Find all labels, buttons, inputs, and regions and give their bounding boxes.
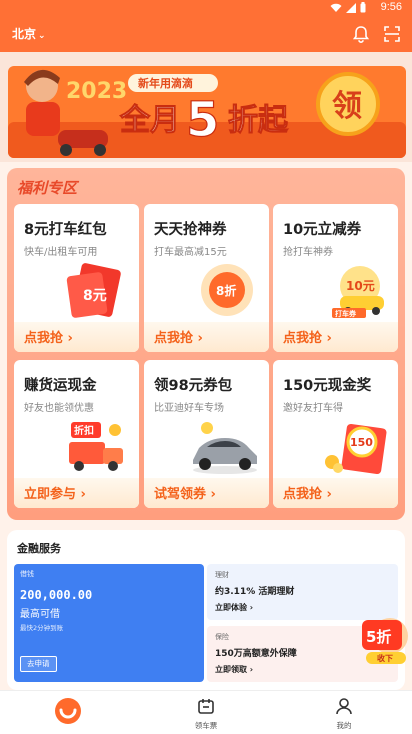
ticket-icon [198, 699, 214, 714]
insurance-tag: 保险 [215, 633, 229, 641]
car-coupon-icon: 10元 打车券 [332, 266, 384, 318]
svg-text:8折: 8折 [216, 283, 236, 298]
card-cta[interactable]: 点我抢 › [273, 322, 398, 352]
finance-services: 金融服务 借钱 200,000.00 最高可借 最快2分钟到账 去申请 理财 约… [7, 530, 405, 690]
wealth-tag: 理财 [215, 571, 229, 579]
claim-coin-label: 领 [332, 89, 362, 124]
card-cta[interactable]: 试驾领券 › [144, 478, 269, 508]
apply-loan-button[interactable]: 去申请 [20, 656, 57, 672]
clock: 9:56 [380, 1, 402, 13]
welfare-zone: 福利专区 8元打车红包 快车/出租车可用 8元 点我抢 › 天天抢神券 打车最高… [7, 168, 405, 520]
welfare-card-freight-cash[interactable]: 赚货运现金 好友也能领优惠 折扣 立即参与 › [14, 360, 139, 508]
scan-icon[interactable] [382, 24, 402, 44]
tab-profile-label: 我的 [336, 721, 352, 730]
tab-profile[interactable]: 我的 [304, 691, 384, 734]
red-envelope-icon: 8元 [66, 263, 121, 318]
city-selector[interactable]: 北京 ⌄ [12, 25, 46, 42]
float-badge-sub: 收下 [377, 653, 393, 663]
svg-text:8元: 8元 [83, 288, 107, 304]
status-icons [330, 2, 366, 13]
wifi-icon [330, 3, 342, 12]
card-subtitle: 打车最高减15元 [154, 247, 227, 258]
cash-envelope-icon: 150 [325, 423, 387, 475]
card-subtitle: 抢打车神券 [283, 247, 333, 258]
banner-headline-post: 折起 [228, 103, 289, 138]
card-cta[interactable]: 点我抢 › [273, 478, 398, 508]
welfare-title: 福利专区 [17, 179, 78, 197]
sedan-car-icon [193, 422, 257, 474]
loan-note: 最快2分钟到账 [20, 624, 64, 632]
card-cta[interactable]: 立即参与 › [14, 478, 139, 508]
banner-headline-pre: 全月 [119, 103, 180, 138]
tab-tickets-label: 领车票 [194, 721, 218, 730]
card-subtitle: 比亚迪好车专场 [154, 403, 224, 414]
banner-tagline: 新年用滴滴 [138, 76, 193, 90]
signal-icon [346, 2, 356, 13]
top-bar: 北京 ⌄ [0, 16, 412, 52]
insurance-link[interactable]: 立即领取 › [215, 664, 253, 675]
loan-amount: 200,000.00 [20, 588, 93, 602]
card-cta[interactable]: 点我抢 › [144, 322, 269, 352]
city-label: 北京 [12, 27, 37, 41]
insurance-desc: 150万高额意外保障 [215, 649, 297, 659]
card-cta[interactable]: 点我抢 › [14, 322, 139, 352]
svg-text:10元: 10元 [346, 279, 375, 293]
card-title: 领98元券包 [154, 378, 233, 394]
float-badge-text: 5折 [366, 628, 391, 646]
wealth-desc: 约3.11% 活期理财 [215, 587, 295, 597]
card-title: 8元打车红包 [24, 222, 107, 238]
banner-headline-num: 5 [186, 92, 219, 148]
svg-text:150: 150 [350, 436, 373, 449]
loan-desc: 最高可借 [20, 609, 60, 620]
person-icon [336, 698, 352, 715]
loan-card[interactable]: 借钱 200,000.00 最高可借 最快2分钟到账 去申请 [14, 564, 204, 682]
svg-text:打车券: 打车券 [335, 309, 357, 318]
bottom-tab-bar: 领车票 我的 [0, 690, 412, 734]
welfare-card-instant-discount[interactable]: 10元立减券 抢打车神券 10元 打车券 点我抢 › [273, 204, 398, 352]
welfare-card-daily-coupon[interactable]: 天天抢神券 打车最高减15元 8折 点我抢 › [144, 204, 269, 352]
welfare-card-byd-package[interactable]: 领98元券包 比亚迪好车专场 试驾领券 › [144, 360, 269, 508]
card-subtitle: 好友也能领优惠 [24, 403, 94, 414]
card-title: 天天抢神券 [154, 222, 227, 238]
card-subtitle: 快车/出租车可用 [24, 247, 98, 258]
wealth-link[interactable]: 立即体验 › [215, 602, 253, 613]
chevron-down-icon: ⌄ [38, 31, 46, 41]
floating-discount-badge[interactable]: 5折 收下 [360, 612, 412, 666]
status-bar: 9:56 [0, 0, 412, 16]
tab-home[interactable] [28, 691, 108, 734]
card-subtitle: 邀好友打车得 [283, 403, 343, 414]
card-title: 150元现金奖 [283, 378, 372, 394]
card-title: 10元立减券 [283, 222, 362, 238]
battery-icon [360, 2, 366, 13]
loan-tag: 借钱 [20, 570, 34, 578]
card-title: 赚货运现金 [24, 378, 97, 394]
didi-home-icon [55, 698, 81, 724]
discount-badge-icon: 8折 [201, 264, 253, 316]
banner-year: 2023 [66, 79, 127, 104]
bell-icon[interactable] [351, 24, 371, 44]
svg-text:折扣: 折扣 [74, 424, 94, 437]
promo-banner[interactable]: 2023 新年用滴滴 全月 5 折起 领 [0, 52, 412, 162]
finance-title: 金融服务 [17, 542, 61, 555]
tab-tickets[interactable]: 领车票 [166, 691, 246, 734]
welfare-card-cash-reward[interactable]: 150元现金奖 邀好友打车得 150 点我抢 › [273, 360, 398, 508]
truck-icon: 折扣 [69, 422, 123, 471]
welfare-card-taxi-redpacket[interactable]: 8元打车红包 快车/出租车可用 8元 点我抢 › [14, 204, 139, 352]
claim-coin-button[interactable]: 领 [316, 72, 380, 136]
